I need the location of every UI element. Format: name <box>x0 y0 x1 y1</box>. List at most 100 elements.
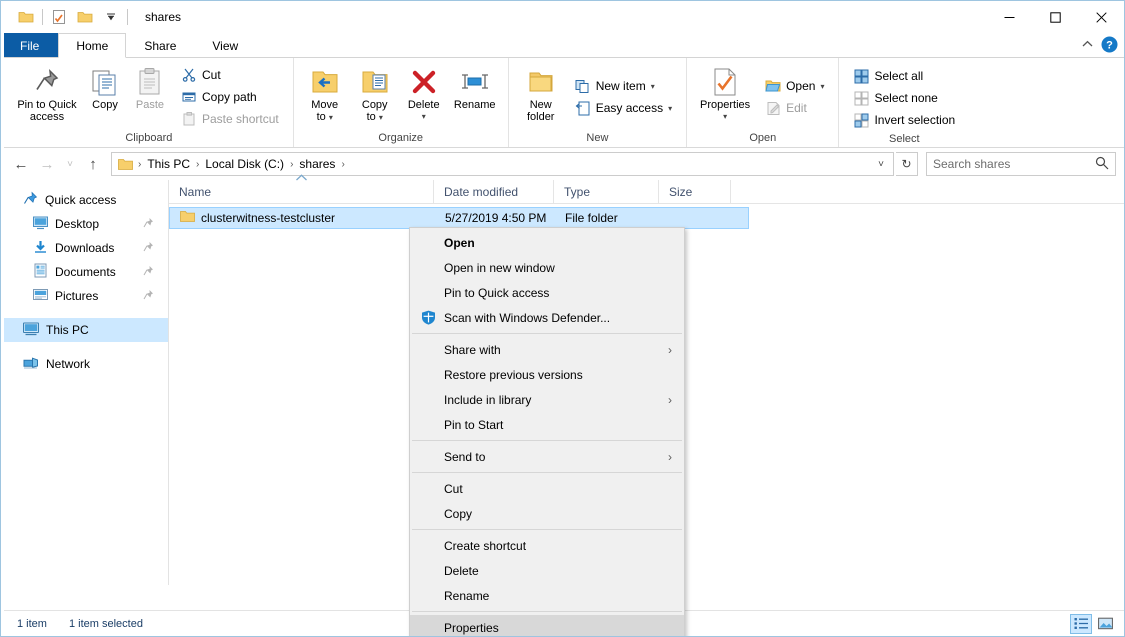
ctx-restore-previous-versions[interactable]: Restore previous versions <box>410 362 684 387</box>
pin-icon-documents[interactable] <box>143 265 154 279</box>
tab-share[interactable]: Share <box>126 33 194 58</box>
sidebar-item-pictures[interactable]: Pictures <box>1 284 168 308</box>
open-caret[interactable]: ▾ <box>820 82 824 91</box>
pin-icon-downloads[interactable] <box>143 241 154 255</box>
quick-access-toolbar <box>1 1 131 33</box>
recent-locations-button[interactable]: ˅ <box>61 152 79 176</box>
item-count: 1 item <box>17 617 47 630</box>
ctx-pin-to-quick-access[interactable]: Pin to Quick access <box>410 280 684 305</box>
ctx-cut[interactable]: Cut <box>410 476 684 501</box>
breadcrumb-local-disk[interactable]: Local Disk (C:) <box>200 154 289 174</box>
sidebar-item-downloads[interactable]: Downloads <box>1 236 168 260</box>
properties-icon[interactable] <box>46 5 72 29</box>
tab-home[interactable]: Home <box>58 33 127 58</box>
cut-button[interactable]: Cut <box>177 64 283 86</box>
large-icons-view-button[interactable] <box>1094 614 1116 634</box>
rename-button[interactable]: Rename <box>448 62 502 132</box>
select-none-button[interactable]: Select none <box>849 87 959 109</box>
pin-icon-pictures[interactable] <box>143 289 154 303</box>
ctx-delete[interactable]: Delete <box>410 558 684 583</box>
breadcrumb-shares[interactable]: shares <box>294 154 340 174</box>
column-name[interactable]: Name <box>169 173 434 204</box>
ctx-open-in-new-window[interactable]: Open in new window <box>410 255 684 280</box>
minimize-button[interactable] <box>986 1 1032 33</box>
ctx-rename-label: Rename <box>444 588 490 603</box>
column-size[interactable]: Size <box>659 179 731 204</box>
ctx-share-with[interactable]: Share with › <box>410 337 684 362</box>
ctx-copy[interactable]: Copy <box>410 501 684 526</box>
maximize-button[interactable] <box>1032 1 1078 33</box>
delete-button[interactable]: Delete ▾ <box>400 62 448 132</box>
forward-button[interactable]: → <box>35 152 59 176</box>
paste-icon <box>136 65 164 99</box>
edit-button[interactable]: Edit <box>761 97 828 119</box>
sidebar-item-this-pc[interactable]: This PC <box>1 318 168 342</box>
copy-to-label-2: to ▾ <box>366 111 383 123</box>
up-button[interactable]: ↑ <box>81 152 105 176</box>
details-view-button[interactable] <box>1070 613 1092 634</box>
collapse-ribbon-icon[interactable] <box>1082 40 1093 51</box>
qat-separator-1 <box>42 9 43 25</box>
invert-selection-button[interactable]: Invert selection <box>849 109 959 131</box>
new-item-button[interactable]: New item ▾ <box>571 75 676 97</box>
back-button[interactable]: ← <box>9 152 33 176</box>
new-item-caret[interactable]: ▾ <box>651 82 655 91</box>
ctx-scan-with-windows-defender[interactable]: Scan with Windows Defender... <box>410 305 684 330</box>
pin-icon-desktop[interactable] <box>143 217 154 231</box>
ctx-open[interactable]: Open <box>410 230 684 255</box>
ctx-separator-3 <box>412 472 682 473</box>
new-item-icon <box>575 78 591 94</box>
easy-access-caret[interactable]: ▾ <box>668 104 672 113</box>
tab-file[interactable]: File <box>1 33 59 58</box>
new-folder-button[interactable]: New folder <box>515 62 567 132</box>
pin-to-quick-access-button[interactable]: Pin to Quick access <box>11 62 83 132</box>
qat-separator-2 <box>127 9 128 25</box>
refresh-button[interactable]: ↻ <box>896 152 918 176</box>
ctx-delete-label: Delete <box>444 563 479 578</box>
properties-icon <box>712 65 738 99</box>
ctx-share-with-label: Share with <box>444 342 501 357</box>
copy-button[interactable]: Copy <box>83 62 127 132</box>
move-to-button[interactable]: Move to ▾ <box>300 62 350 132</box>
search-input[interactable]: Search shares <box>926 152 1116 176</box>
copy-to-button[interactable]: Copy to ▾ <box>350 62 400 132</box>
breadcrumb-this-pc[interactable]: This PC <box>142 154 195 174</box>
column-date-modified[interactable]: Date modified <box>434 179 554 204</box>
sort-ascending-caret-icon <box>169 173 433 183</box>
sidebar-item-quick-access[interactable]: Quick access <box>1 188 168 212</box>
address-dropdown-icon[interactable]: ˅ <box>871 159 891 170</box>
sidebar-item-documents[interactable]: Documents <box>1 260 168 284</box>
column-type[interactable]: Type <box>554 179 659 204</box>
help-icon[interactable]: ? <box>1101 36 1118 56</box>
ctx-create-shortcut[interactable]: Create shortcut <box>410 533 684 558</box>
ctx-properties[interactable]: Properties <box>410 615 684 636</box>
ctx-pin-to-quick-access-label: Pin to Quick access <box>444 285 550 300</box>
move-to-icon <box>310 65 340 99</box>
ctx-send-to[interactable]: Send to › <box>410 444 684 469</box>
tab-view[interactable]: View <box>194 33 256 58</box>
sidebar-item-desktop[interactable]: Desktop <box>1 212 168 236</box>
chevron-down-icon[interactable] <box>98 5 124 29</box>
table-row[interactable]: clusterwitness-testcluster 5/27/2019 4:5… <box>169 207 749 229</box>
easy-access-button[interactable]: Easy access ▾ <box>571 97 676 119</box>
new-folder-icon[interactable] <box>72 5 98 29</box>
sidebar-item-network[interactable]: Network <box>1 352 168 376</box>
ribbon-group-clipboard: Pin to Quick access Copy Paste Cut Copy … <box>1 58 294 147</box>
copy-path-button[interactable]: Copy path <box>177 86 283 108</box>
select-all-button[interactable]: Select all <box>849 65 959 87</box>
select-all-label: Select all <box>874 69 924 83</box>
ctx-rename[interactable]: Rename <box>410 583 684 608</box>
paste-shortcut-button[interactable]: Paste shortcut <box>177 108 283 130</box>
delete-dropdown-caret[interactable]: ▾ <box>422 111 426 123</box>
sidebar-label-this-pc: This PC <box>46 323 89 337</box>
properties-dropdown-caret[interactable]: ▾ <box>723 111 727 123</box>
ctx-include-in-library[interactable]: Include in library › <box>410 387 684 412</box>
properties-button[interactable]: Properties ▾ <box>693 62 757 132</box>
paste-button[interactable]: Paste <box>127 62 173 132</box>
folder-icon[interactable] <box>13 5 39 29</box>
ctx-pin-to-start[interactable]: Pin to Start <box>410 412 684 437</box>
close-button[interactable] <box>1078 1 1124 33</box>
ribbon-group-label-open: Open <box>749 132 777 144</box>
title-bar: shares <box>1 1 1124 33</box>
open-button[interactable]: Open ▾ <box>761 75 828 97</box>
